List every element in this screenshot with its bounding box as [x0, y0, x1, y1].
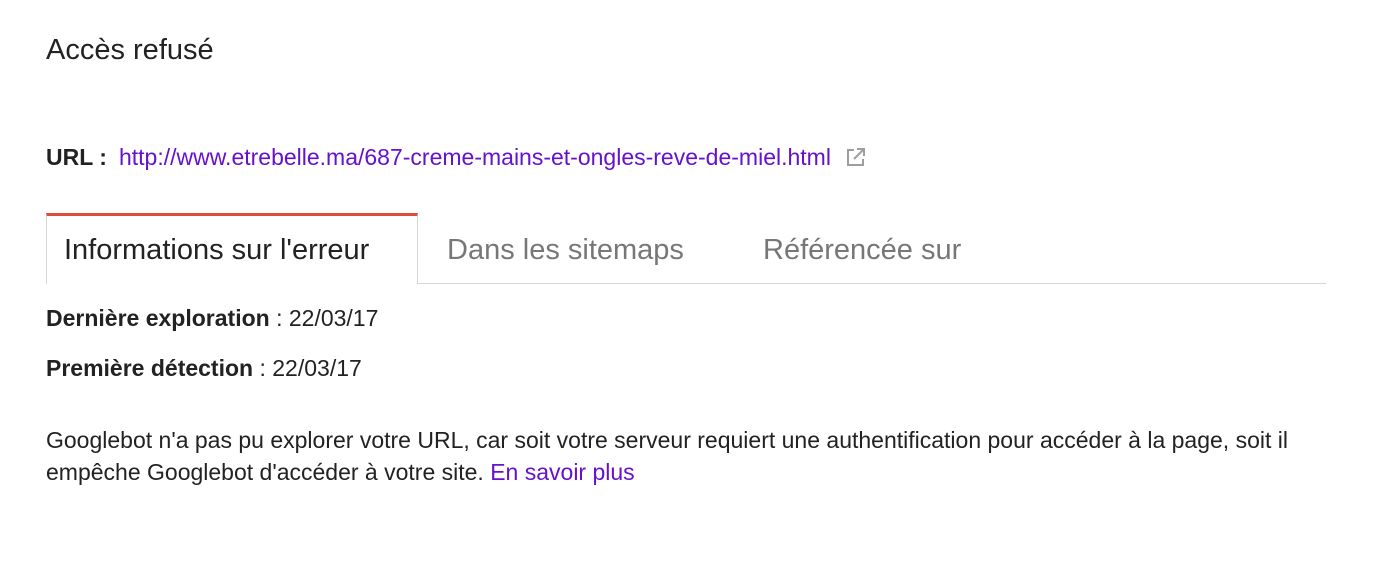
last-crawl-row: Dernière exploration : 22/03/17 [46, 305, 378, 332]
url-link[interactable]: http://www.etrebelle.ma/687-creme-mains-… [119, 144, 831, 171]
tab-label: Informations sur l'erreur [64, 233, 370, 266]
error-description: Googlebot n'a pas pu explorer votre URL,… [46, 424, 1336, 488]
page-title: Accès refusé [46, 34, 214, 66]
last-crawl-separator: : [269, 305, 289, 331]
first-detected-row: Première détection : 22/03/17 [46, 355, 362, 382]
url-row: URL : http://www.etrebelle.ma/687-creme-… [46, 141, 869, 173]
first-detected-value: 22/03/17 [272, 355, 362, 381]
tab-bar: Informations sur l'erreur Dans les sitem… [46, 213, 1326, 284]
tab-label: Dans les sitemaps [447, 234, 684, 266]
first-detected-label: Première détection [46, 355, 254, 381]
last-crawl-label: Dernière exploration [46, 305, 270, 331]
tab-linked-from[interactable]: Référencée sur [763, 216, 961, 285]
url-label: URL [46, 143, 94, 170]
learn-more-link[interactable]: En savoir plus [490, 459, 634, 485]
tab-sitemaps[interactable]: Dans les sitemaps [447, 216, 684, 285]
tab-error-info[interactable]: Informations sur l'erreur [46, 213, 418, 284]
first-detected-separator: : [253, 355, 273, 381]
url-separator: : [99, 143, 107, 170]
external-link-icon[interactable] [843, 144, 869, 170]
tab-label: Référencée sur [763, 234, 962, 266]
last-crawl-value: 22/03/17 [288, 305, 379, 331]
error-description-text: Googlebot n'a pas pu explorer votre URL,… [46, 427, 1288, 485]
